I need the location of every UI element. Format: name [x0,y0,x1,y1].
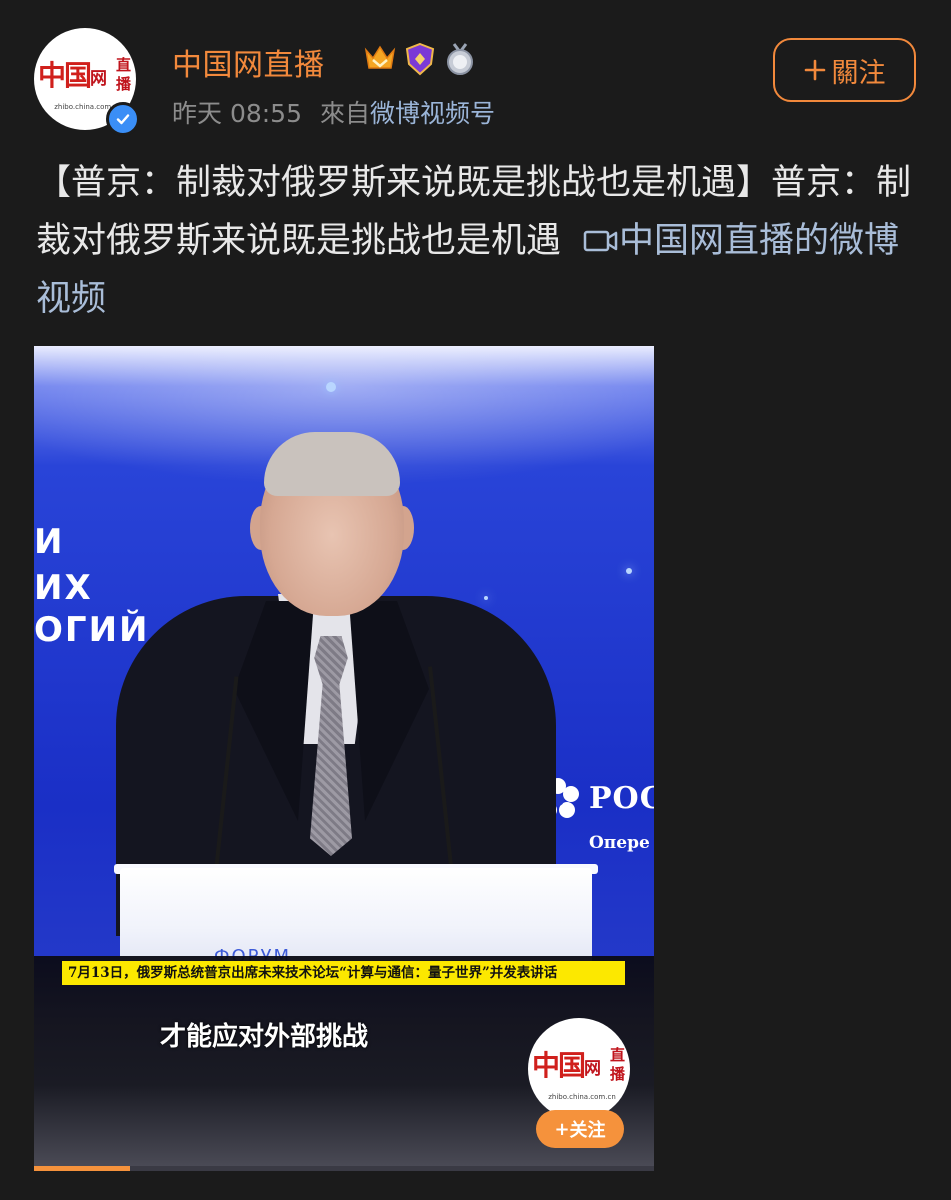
video-progress-fill [34,1166,131,1171]
video-progress-bar[interactable] [34,1166,654,1171]
backdrop-brand-subtext: Опере [589,833,650,853]
watermark-logo[interactable]: 中国 网 直播 zhibo.china.com.cn [528,1018,630,1120]
post-time: 昨天 08:55 [172,99,302,128]
backdrop-text-2: ИХ [34,568,93,608]
stage-light [626,568,632,574]
podium [120,868,592,968]
verified-icon [106,102,140,136]
source-link[interactable]: 微博视频号 [370,99,495,128]
watermark-logo-text: 中国 [532,1049,586,1082]
stage-light [326,382,336,392]
speaker-hair [264,432,400,496]
watermark-logo-wang: 网 [584,1059,601,1079]
watermark-logo-zhibo: 直播 [610,1046,626,1083]
video-link-icon [583,230,618,252]
shield-badge-icon[interactable] [403,42,437,76]
avatar-logo-zhibo: 直播 [116,56,132,93]
badge-row [363,42,477,76]
vip-crown-badge-icon[interactable] [363,42,397,76]
backdrop-text-1: И [34,522,65,562]
video-follow-label: 关注 [569,1120,606,1141]
video-caption-bar: 7月13日，俄罗斯总统普京出席未来技术论坛“计算与通信：量子世界”并发表讲话 [62,961,625,985]
video-subtitle: 才能应对外部挑战 [159,1022,368,1052]
backdrop-brand-text: РОС [589,781,654,816]
medal-badge-icon[interactable] [443,42,477,76]
avatar-logo-wang: 网 [90,69,107,89]
source-prefix: 來自 [320,99,371,128]
avatar-logo-text: 中国 [38,59,92,92]
watermark-logo-url: zhibo.china.com.cn [548,1093,616,1101]
post-text: 【普京：制裁对俄罗斯来说既是挑战也是机遇】普京：制裁对俄罗斯来说既是挑战也是机遇… [36,154,916,328]
follow-label: 關注 [831,57,886,89]
plus-icon [804,59,825,81]
stage-light [484,596,488,600]
video-player[interactable]: И ИХ ОГИЙ РОС Опере ФОРУМ 7月13日，俄罗斯总统普京出… [34,346,654,1171]
video-follow-button[interactable]: + 关注 [536,1110,624,1148]
backdrop-text-3: ОГИЙ [34,610,150,650]
plus-icon: + [554,1118,570,1140]
username[interactable]: 中国网直播 [172,40,325,84]
follow-button[interactable]: 關注 [773,38,916,102]
post-meta: 昨天 08:55 來自微博视频号 [172,94,495,130]
